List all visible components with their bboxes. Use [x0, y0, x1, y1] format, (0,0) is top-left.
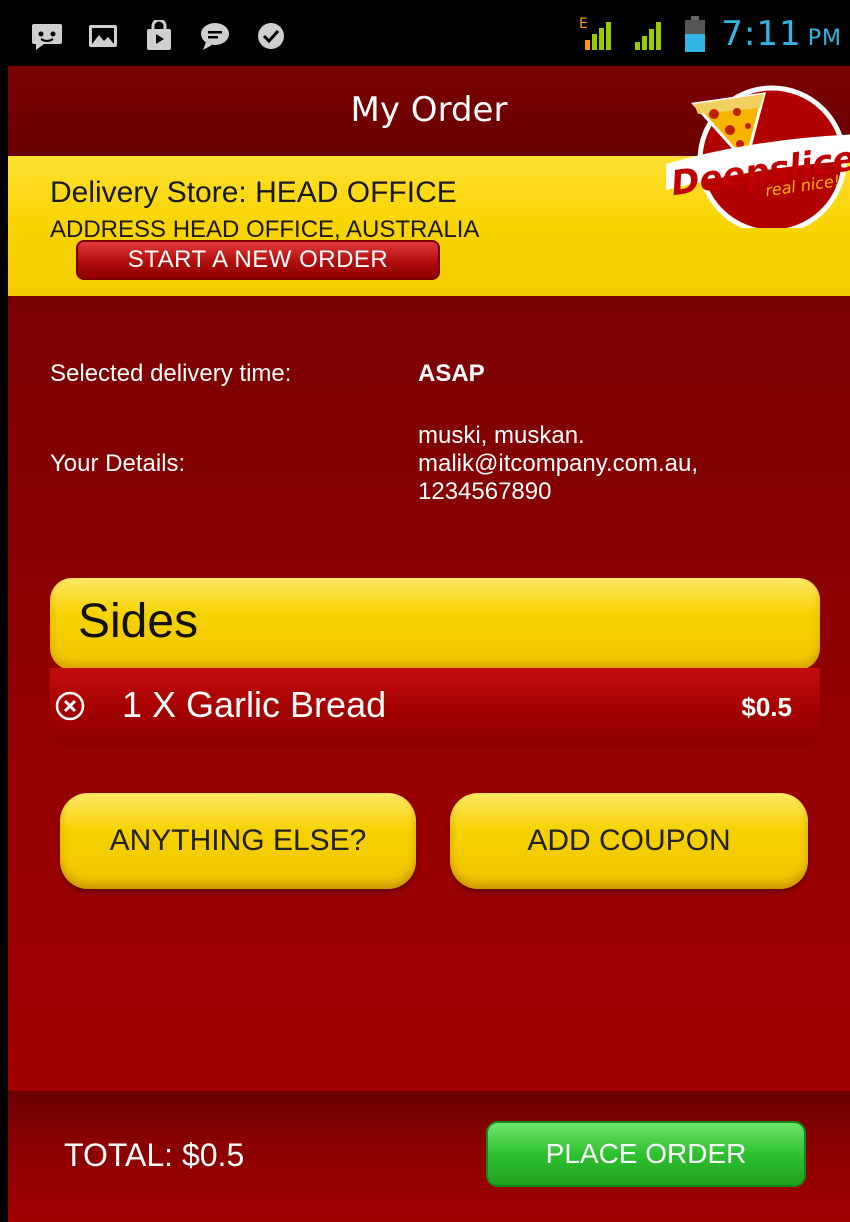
delivery-time-value: ASAP — [418, 360, 485, 387]
chat-icon — [32, 24, 62, 50]
check-badge-icon — [258, 23, 284, 49]
delivery-store-label: Delivery Store: HEAD OFFICE — [50, 176, 457, 209]
status-bar: E 7:11 PM — [8, 8, 850, 66]
clock-time: 7:11 — [721, 14, 802, 54]
network-type-label: E — [579, 16, 588, 32]
mobile-data-icon: E — [579, 16, 612, 50]
clock-ampm: PM — [807, 26, 842, 51]
notification-icons — [30, 20, 288, 52]
section-title: Sides — [78, 595, 199, 648]
add-coupon-button[interactable]: ADD COUPON — [450, 793, 808, 889]
start-new-order-button[interactable]: START A NEW ORDER — [76, 240, 440, 280]
message-icon — [201, 23, 229, 50]
remove-item-icon[interactable] — [54, 690, 86, 722]
place-order-button[interactable]: PLACE ORDER — [486, 1121, 806, 1187]
clock: 7:11 PM — [721, 14, 842, 54]
app-screen: E 7:11 PM My Order Delivery Store: HEAD … — [8, 8, 850, 1222]
battery-icon — [685, 16, 706, 52]
shopping-bag-icon — [147, 20, 171, 50]
order-item-row: 1 X Garlic Bread $0.5 — [50, 668, 820, 746]
delivery-time-label: Selected delivery time: — [50, 360, 292, 387]
details-line: malik@itcompany.com.au, — [418, 450, 699, 477]
item-name: 1 X Garlic Bread — [122, 684, 387, 725]
anything-else-button[interactable]: ANYTHING ELSE? — [60, 793, 416, 889]
order-footer: TOTAL: $0.5 PLACE ORDER — [8, 1091, 850, 1222]
details-line: 1234567890 — [418, 478, 552, 505]
deepslice-logo: Deepslice real nice! — [666, 85, 850, 228]
details-line: muski, muskan. — [418, 422, 585, 449]
signal-icon — [635, 22, 662, 50]
your-details-label: Your Details: — [50, 450, 186, 477]
your-details-value: muski, muskan. malik@itcompany.com.au, 1… — [418, 422, 838, 506]
item-price: $0.5 — [741, 692, 792, 722]
order-content: Selected delivery time: ASAP Your Detail… — [8, 296, 850, 1091]
image-icon — [89, 25, 117, 47]
section-header-sides: Sides — [50, 578, 820, 670]
order-total: TOTAL: $0.5 — [64, 1137, 245, 1173]
status-right: E 7:11 PM — [575, 14, 842, 54]
